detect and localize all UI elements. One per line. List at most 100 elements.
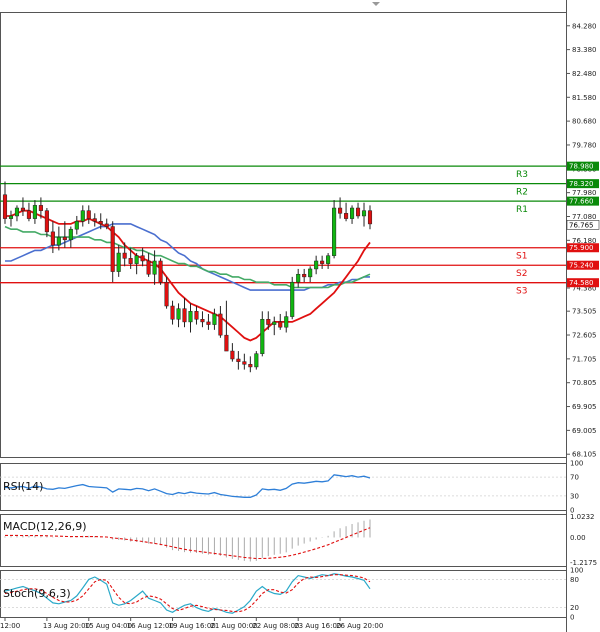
candle-body (128, 258, 133, 264)
level-tag-text-r3: 78.980 (569, 163, 594, 171)
candle-body (170, 305, 175, 320)
candle-body (344, 213, 349, 219)
price-tick-label: 69.005 (572, 427, 597, 435)
candle-body (361, 210, 367, 217)
candle-body (367, 210, 373, 225)
candle-body (2, 194, 8, 219)
stoch-tick-label: 100 (570, 567, 583, 575)
level-label-s1: S1 (516, 252, 527, 262)
candle-body (134, 255, 139, 264)
price-tick-label: 77.980 (572, 189, 597, 197)
macd-label: MACD(12,26,9) (3, 520, 87, 533)
candle-body (98, 221, 103, 225)
price-tick-label: 82.480 (572, 70, 597, 78)
candle-body (164, 281, 169, 307)
candle-body (26, 210, 31, 219)
rsi-tick-label: 100 (570, 460, 583, 468)
macd-tick-label: 0.00 (570, 534, 586, 542)
candle-body (32, 205, 37, 219)
rsi-label: RSI(14) (3, 480, 43, 493)
time-tick-label: 15 Aug 04:00 (85, 622, 132, 630)
price-tick-label: 77.080 (572, 213, 597, 221)
candle-body (278, 321, 283, 328)
candle-body (218, 313, 223, 336)
candle-body (326, 255, 331, 264)
candle-body (62, 236, 67, 241)
candle-body (206, 321, 211, 325)
candle-body (290, 281, 295, 317)
candle-body (182, 308, 187, 323)
stoch-tick-label: 80 (570, 576, 579, 584)
level-tag-text-s3: 74.580 (569, 279, 594, 287)
main-frame (0, 12, 567, 458)
price-tick-label: 79.780 (572, 141, 597, 149)
level-tag-text-r1: 77.660 (569, 198, 594, 206)
candle-body (200, 319, 205, 323)
rsi-frame (0, 463, 567, 511)
candle-body (8, 215, 14, 219)
price-tick-label: 71.705 (572, 355, 597, 363)
candle-body (56, 236, 61, 246)
candle-body (80, 210, 85, 222)
candle-body (92, 218, 97, 222)
stoch-frame (0, 570, 567, 618)
current-price-label: 76.765 (569, 221, 594, 229)
price-tick-label: 72.605 (572, 332, 597, 340)
stoch-tick-label: 20 (570, 604, 579, 612)
candle-body (104, 223, 109, 227)
level-tag-text-s2: 75.240 (569, 262, 594, 270)
price-tick-label: 69.905 (572, 403, 597, 411)
rsi-tick-label: 70 (570, 474, 579, 482)
candle-body (302, 273, 307, 278)
candle-body (272, 321, 277, 325)
level-label-r3: R3 (516, 170, 528, 180)
candle-body (320, 260, 325, 264)
candle-body (260, 319, 265, 354)
time-tick-label: 23 Aug 16:00 (294, 622, 341, 630)
candle-body (188, 311, 193, 323)
time-tick-label: 21 Aug 00:00 (210, 622, 257, 630)
level-label-s3: S3 (516, 287, 527, 297)
time-tick-label: 26 Aug 20:00 (336, 622, 383, 630)
price-tick-label: 70.805 (572, 379, 597, 387)
candle-body (194, 311, 199, 320)
rsi-tick-label: 30 (570, 492, 579, 500)
candle-body (116, 252, 121, 272)
candle-body (14, 207, 20, 217)
price-tick-label: 81.580 (572, 94, 597, 102)
price-tick-label: 84.280 (572, 22, 597, 30)
level-label-r1: R1 (516, 205, 528, 215)
forex-chart: 84.28083.38082.48081.58080.68079.78078.8… (0, 0, 600, 632)
candle-body (230, 350, 235, 360)
candle-body (254, 353, 259, 368)
candle-body (20, 207, 25, 211)
level-label-r2: R2 (516, 188, 528, 198)
candle-body (176, 308, 181, 320)
candle-body (338, 207, 343, 214)
level-tag-text-s1: 75.900 (569, 244, 594, 252)
price-tick-label: 80.680 (572, 118, 597, 126)
time-tick-label: 22 Aug 08:00 (252, 622, 299, 630)
time-tick-label: 19 Aug 16:00 (169, 622, 216, 630)
candle-body (158, 260, 163, 283)
level-tag-text-r2: 78.320 (569, 180, 594, 188)
candle-body (236, 358, 241, 362)
candle-body (86, 210, 91, 219)
candle-body (266, 319, 271, 325)
candle-body (68, 228, 73, 241)
candle-body (296, 273, 301, 283)
candle-body (242, 361, 247, 365)
candle-body (110, 226, 115, 272)
stoch-label: Stoch(9,6,3) (3, 587, 71, 600)
level-label-s2: S2 (516, 269, 527, 279)
candle-body (122, 252, 127, 259)
candle-body (152, 260, 157, 275)
price-tick-label: 83.380 (572, 46, 597, 54)
candle-body (74, 221, 79, 230)
time-tick-label: 12:00 (0, 622, 20, 630)
candle-body (146, 260, 151, 275)
candle-body (212, 313, 217, 325)
candle-body (224, 334, 229, 352)
candle-body (44, 210, 49, 233)
candle-body (355, 207, 361, 217)
